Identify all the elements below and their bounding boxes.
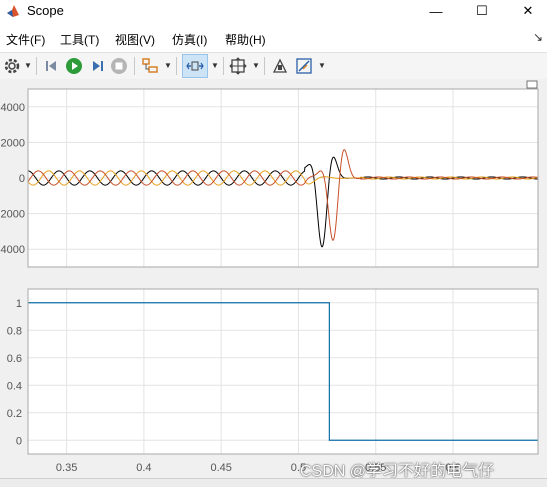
scope-plot-area: 4000 2000 0 2000 4000 1 0.8 0.6 0.4 0.2 0 0.35 0.4 0.… (0, 79, 547, 486)
y-tick-label: 0.2 (7, 408, 22, 420)
settings-icon[interactable] (2, 56, 22, 76)
layout-icon[interactable] (140, 56, 160, 76)
zoom-time-icon (186, 61, 204, 71)
title-bar: Scope — ☐ ✕ (0, 0, 547, 22)
measure-icon[interactable] (294, 56, 314, 76)
menu-tools[interactable]: 工具(T) (60, 31, 99, 48)
x-tick-label: 0.4 (136, 462, 151, 474)
toolbar-separator (36, 57, 37, 75)
minimize-button[interactable]: — (413, 0, 459, 22)
scope-figure[interactable]: 4000 2000 0 2000 4000 1 0.8 0.6 0.4 0.2 0 0.35 0.4 0.… (0, 79, 547, 486)
fit-dropdown-icon[interactable]: ▼ (252, 61, 260, 70)
measure-dropdown-icon[interactable]: ▼ (318, 61, 326, 70)
undock-icon[interactable]: ↘ (533, 30, 543, 44)
y-tick-label: 0 (19, 173, 25, 185)
axes-2-background (27, 288, 539, 455)
run-icon[interactable] (64, 56, 84, 76)
close-icon: ✕ (522, 3, 534, 18)
menu-view[interactable]: 视图(V) (115, 31, 155, 48)
matlab-logo-icon (7, 5, 19, 17)
maximize-button[interactable]: ☐ (459, 0, 505, 22)
y-tick-label: 4000 (1, 244, 25, 256)
menu-bar: 文件(F) 工具(T) 视图(V) 仿真(I) 帮助(H) ↘ (0, 27, 547, 49)
toolbar-separator (264, 57, 265, 75)
stop-icon[interactable] (109, 56, 129, 76)
axes-undock-icon (526, 80, 538, 89)
zoom-dropdown-icon[interactable]: ▼ (211, 61, 219, 70)
x-tick-label: 0.45 (210, 462, 231, 474)
y-tick-label: 1 (16, 298, 22, 310)
y-tick-label: 0.6 (7, 353, 22, 365)
menu-simulation[interactable]: 仿真(I) (172, 31, 207, 48)
minimize-icon: — (429, 3, 443, 19)
y-tick-label: 0.8 (7, 325, 22, 337)
settings-dropdown-icon[interactable]: ▼ (24, 61, 32, 70)
toolbar: ▼ ▼ ▼ ▼ ▼ (0, 52, 547, 80)
menu-help[interactable]: 帮助(H) (225, 31, 266, 48)
highlight-icon[interactable] (270, 56, 290, 76)
step-forward-icon[interactable] (87, 56, 107, 76)
layout-dropdown-icon[interactable]: ▼ (164, 61, 172, 70)
window-title: Scope (27, 3, 64, 18)
x-tick-label: 0.35 (56, 462, 77, 474)
close-button[interactable]: ✕ (505, 0, 547, 22)
fit-view-icon[interactable] (228, 56, 248, 76)
y-tick-label: 0 (16, 435, 22, 447)
step-back-icon[interactable] (42, 56, 62, 76)
y-tick-label: 2000 (1, 209, 25, 221)
menu-file[interactable]: 文件(F) (6, 31, 45, 48)
toolbar-separator (223, 57, 224, 75)
maximize-icon: ☐ (476, 3, 488, 18)
zoom-time-button[interactable] (182, 54, 208, 78)
toolbar-separator (176, 57, 177, 75)
y-tick-label: 2000 (1, 137, 25, 149)
y-tick-label: 0.4 (7, 380, 22, 392)
y-tick-label: 4000 (1, 102, 25, 114)
toolbar-separator (134, 57, 135, 75)
